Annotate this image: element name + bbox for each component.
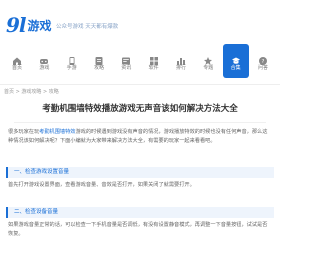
nav-item-label: 手游 bbox=[66, 65, 77, 71]
nav-item-label: 资讯 bbox=[121, 65, 132, 71]
intro-game-link[interactable]: 考勤机围墙特效 bbox=[39, 129, 75, 135]
main-nav: 首页 游戏 手游 攻略 资讯 软件 排行 专题 合集? 问答 bbox=[0, 44, 280, 80]
site-header: 9l 游戏 公众号游戏 天天都有爆款 bbox=[0, 0, 280, 44]
nav-item-label: 排行 bbox=[175, 65, 186, 71]
nav-item-3[interactable]: 攻略 bbox=[86, 44, 112, 78]
article-intro: 很多玩家在玩考勤机围墙特效游戏的时候遇到游戏没有声音的情况，游戏播放特效的时候也… bbox=[8, 128, 272, 146]
home-icon bbox=[12, 51, 22, 65]
header-divider bbox=[0, 84, 280, 85]
breadcrumb: 首页 > 游戏攻略 > 攻略 bbox=[4, 89, 59, 95]
intro-prefix: 很多玩家在玩 bbox=[8, 129, 40, 135]
nav-item-label: 软件 bbox=[148, 65, 159, 71]
title-divider bbox=[14, 122, 266, 123]
nav-item-label: 首页 bbox=[11, 65, 22, 71]
guide-icon bbox=[94, 51, 104, 65]
nav-item-label: 专题 bbox=[203, 65, 214, 71]
section-text-2: 如果游戏音量正常的话，可以检查一下手机音量是否调低，有没有设置静音模式，再调整一… bbox=[8, 222, 268, 237]
nav-item-label: 问答 bbox=[257, 65, 268, 71]
section-heading-2: 二、检查设备音量 bbox=[6, 207, 274, 218]
logo-name: 游戏 bbox=[27, 18, 52, 33]
star-icon bbox=[203, 51, 213, 65]
nav-item-label: 攻略 bbox=[93, 65, 104, 71]
nav-item-8[interactable]: 合集 bbox=[222, 44, 249, 78]
site-slogan: 公众号游戏 天天都有爆款 bbox=[56, 24, 119, 30]
nav-item-4[interactable]: 资讯 bbox=[113, 44, 139, 78]
nav-item-6[interactable]: 排行 bbox=[168, 44, 194, 78]
question-icon: ? bbox=[258, 51, 268, 65]
nav-item-0[interactable]: 首页 bbox=[4, 44, 30, 78]
logo-mark: 9l bbox=[6, 13, 26, 37]
nav-item-2[interactable]: 手游 bbox=[59, 44, 85, 78]
apps-icon bbox=[149, 51, 159, 65]
nav-item-label: 合集 bbox=[230, 65, 241, 71]
graduation-cap-icon bbox=[231, 51, 241, 64]
nav-item-5[interactable]: 软件 bbox=[141, 44, 167, 78]
nav-item-1[interactable]: 游戏 bbox=[31, 44, 57, 78]
news-icon bbox=[121, 51, 131, 65]
nav-item-9[interactable]: ? 问答 bbox=[250, 44, 276, 78]
article-title: 考勤机围墙特效播放游戏无声音该如何解决方法大全 bbox=[42, 104, 238, 114]
nav-item-label: 游戏 bbox=[39, 65, 50, 71]
section-heading-1: 一、检查游戏设置音量 bbox=[6, 167, 274, 178]
site-logo[interactable]: 9l 游戏 bbox=[6, 13, 52, 37]
phone-icon bbox=[67, 51, 77, 65]
nav-item-7[interactable]: 专题 bbox=[195, 44, 221, 78]
section-text-1: 首先打开游戏设置界面，查看游戏音量、音效是否打开，如果关闭了就需要打开。 bbox=[8, 182, 195, 188]
gamepad-icon bbox=[39, 51, 49, 64]
ranking-icon bbox=[176, 51, 186, 65]
